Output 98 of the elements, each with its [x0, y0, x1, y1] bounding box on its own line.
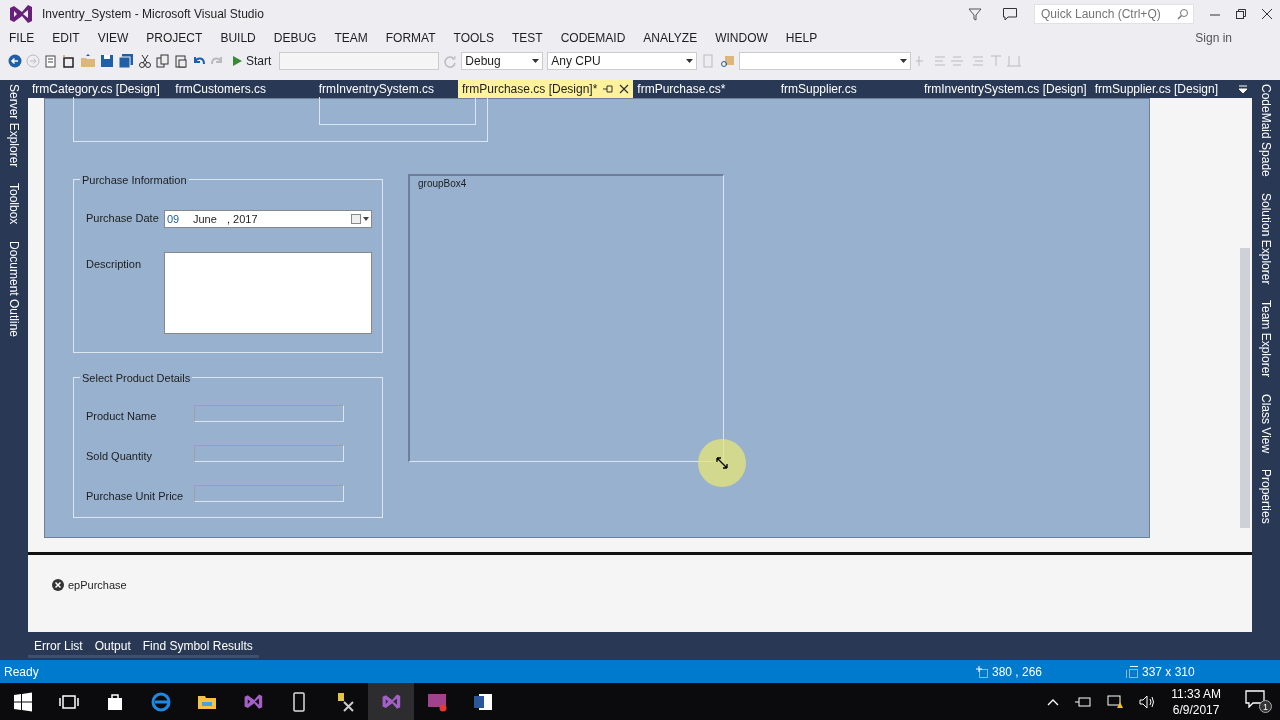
menu-item[interactable]: WINDOW — [706, 29, 777, 47]
menu-item[interactable]: TEAM — [325, 29, 377, 47]
paste-icon[interactable] — [174, 54, 188, 68]
menu-item[interactable]: ANALYZE — [634, 29, 707, 47]
chevron-up-icon[interactable] — [1047, 697, 1060, 706]
cut-icon[interactable] — [138, 54, 152, 68]
tool-window-tab[interactable]: Error List — [28, 636, 89, 658]
power-icon[interactable] — [1075, 695, 1092, 708]
menu-item[interactable]: DEBUG — [264, 29, 326, 47]
search-icon — [1177, 8, 1189, 20]
notifications-button[interactable]: 1 — [1245, 689, 1272, 714]
field-label: Purchase Unit Price — [86, 489, 184, 504]
save-icon[interactable] — [100, 54, 114, 68]
resize-cursor-icon — [716, 457, 728, 469]
side-panel-tab[interactable]: Server Explorer — [5, 80, 23, 172]
pin-icon[interactable] — [603, 84, 614, 94]
notification-icon — [1245, 690, 1265, 709]
clock[interactable]: 11:33 AM 6/9/2017 — [1171, 685, 1221, 718]
menu-item[interactable]: HELP — [776, 29, 827, 47]
close-icon[interactable] — [1262, 9, 1272, 19]
sign-in-link[interactable]: Sign in — [1195, 29, 1232, 47]
group-title: groupBox4 — [416, 176, 469, 191]
side-panel-tab[interactable]: Properties — [1257, 464, 1275, 528]
document-tab[interactable]: frmCustomers.cs — [171, 80, 315, 98]
caret-icon — [900, 59, 908, 63]
filter-icon[interactable] — [968, 7, 982, 21]
configuration-dropdown[interactable]: Debug — [461, 52, 544, 70]
tab-list-icon[interactable] — [1238, 84, 1248, 94]
side-panel-tab[interactable]: Toolbox — [5, 179, 23, 229]
back-icon[interactable] — [8, 54, 22, 68]
document-tab[interactable]: frmInventrySystem.cs [Design] — [919, 80, 1091, 98]
selection-size: 337 x 310 — [1142, 663, 1195, 681]
tool-window-tab[interactable]: Output — [88, 636, 137, 658]
feedback-icon[interactable] — [1002, 7, 1018, 21]
document-tab[interactable]: frmSupplier.cs — [776, 80, 920, 98]
menu-item[interactable]: EDIT — [43, 29, 89, 47]
side-panel-tab[interactable]: Solution Explorer — [1257, 188, 1275, 289]
menu-item[interactable]: BUILD — [211, 29, 265, 47]
text-field[interactable] — [194, 405, 344, 422]
new-project-icon[interactable] — [44, 54, 58, 68]
caret-icon — [532, 59, 540, 63]
document-tab[interactable]: frmCategory.cs [Design] — [28, 80, 172, 98]
field-label: Product Name — [86, 409, 157, 424]
position-icon — [976, 665, 988, 678]
menu-item[interactable]: PROJECT — [137, 29, 212, 47]
document-tab[interactable]: frmSupplier.cs [Design] — [1090, 80, 1234, 98]
date-picker[interactable]: 09 June , 2017 — [164, 210, 372, 228]
side-panel-tab[interactable]: CodeMaid Spade — [1257, 80, 1275, 181]
platform-dropdown[interactable]: Any CPU — [547, 52, 698, 70]
scrollbar[interactable] — [1240, 248, 1250, 528]
field-label: Description — [86, 257, 142, 272]
notification-count: 1 — [1259, 700, 1272, 714]
start-button[interactable]: Start — [228, 52, 276, 70]
add-item-icon[interactable] — [62, 54, 76, 68]
side-panel-tab[interactable]: Document Outline — [5, 236, 23, 341]
text-field[interactable] — [194, 445, 344, 462]
store-icon — [105, 691, 125, 712]
error-icon — [52, 579, 64, 592]
component-item[interactable]: epPurchase — [52, 577, 127, 594]
close-icon[interactable] — [619, 84, 630, 94]
side-panel-tab[interactable]: Team Explorer — [1257, 296, 1275, 382]
size-icon — [1126, 665, 1138, 678]
find-folder-icon[interactable] — [719, 54, 736, 68]
start-icon — [13, 691, 33, 712]
restore-icon[interactable] — [1236, 9, 1246, 19]
status-text: Ready — [4, 663, 39, 681]
cursor-highlight — [698, 439, 746, 487]
menu-item[interactable]: VIEW — [88, 29, 138, 47]
save-all-icon[interactable] — [118, 54, 134, 68]
menu-item[interactable]: FILE — [0, 29, 44, 47]
text-field[interactable] — [194, 485, 344, 502]
volume-icon[interactable] — [1139, 694, 1156, 709]
field-label: Sold Quantity — [86, 449, 153, 464]
window-title: Inventry_System - Microsoft Visual Studio — [42, 6, 264, 23]
tools-icon — [335, 691, 355, 712]
visual-studio-button[interactable] — [368, 683, 414, 720]
browser-icon — [151, 691, 171, 712]
play-icon — [232, 56, 242, 66]
network-warning-icon[interactable] — [1107, 694, 1124, 709]
field-label: Purchase Date — [86, 211, 159, 226]
caret-icon — [686, 59, 694, 63]
side-panel-tab[interactable]: Class View — [1257, 389, 1275, 457]
menu-item[interactable]: FORMAT — [376, 29, 445, 47]
description-field[interactable] — [164, 252, 372, 334]
document-tab[interactable]: frmInventrySystem.cs — [314, 80, 458, 98]
menu-item[interactable]: TEST — [503, 29, 552, 47]
word-icon — [473, 691, 493, 712]
tool-window-tab[interactable]: Find Symbol Results — [136, 636, 259, 658]
menu-item[interactable]: TOOLS — [444, 29, 503, 47]
meeting-app-icon — [427, 691, 447, 712]
cursor-position: 380 , 266 — [992, 663, 1043, 681]
document-tab[interactable]: frmPurchase.cs [Design]* — [457, 80, 634, 98]
app-logo-icon — [8, 2, 34, 26]
menu-item[interactable]: CODEMAID — [551, 29, 635, 47]
document-tab[interactable]: frmPurchase.cs* — [633, 80, 777, 98]
quick-launch-field[interactable]: Quick Launch (Ctrl+Q) — [1034, 4, 1194, 24]
calendar-icon — [351, 214, 369, 224]
copy-icon[interactable] — [156, 54, 170, 68]
